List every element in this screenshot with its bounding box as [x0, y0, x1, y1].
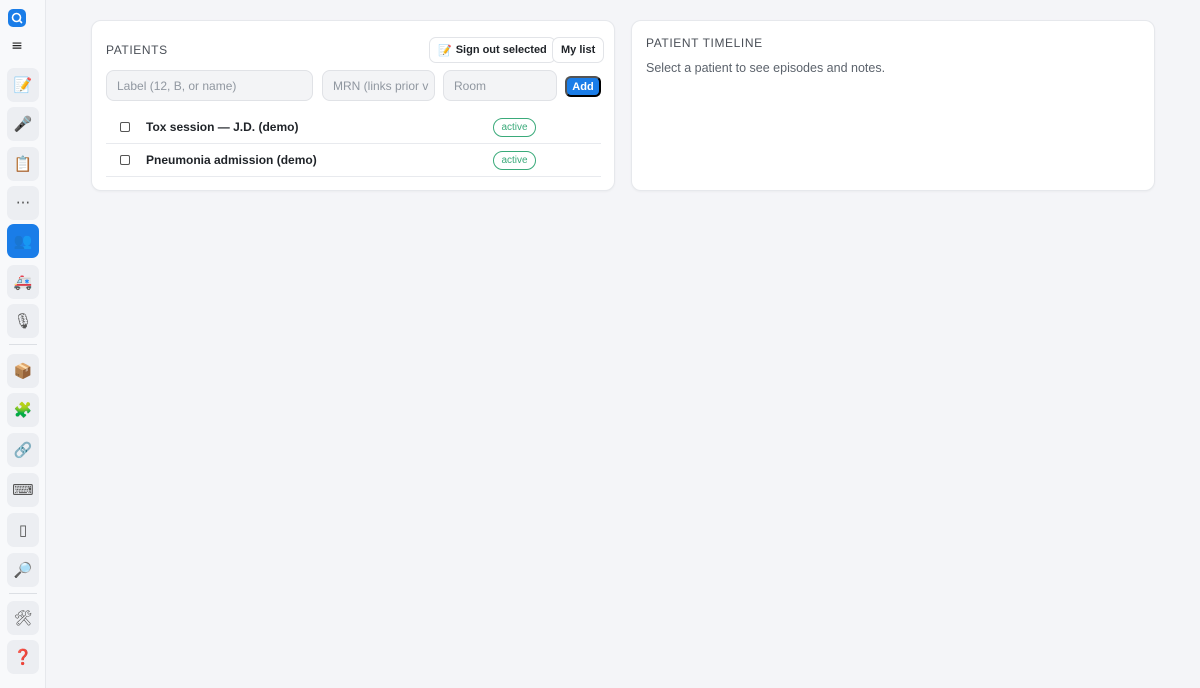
notes-icon: 📝	[438, 43, 452, 57]
patient-timeline-card: PATIENT TIMELINE Select a patient to see…	[631, 20, 1155, 191]
more-icon[interactable]: ···	[7, 186, 39, 220]
link-icon[interactable]: 🔗	[7, 433, 39, 467]
status-badge: active	[493, 118, 536, 137]
help-icon[interactable]: ❓	[7, 640, 39, 674]
row-checkbox[interactable]	[120, 155, 130, 165]
hamburger-menu-icon[interactable]: ≡	[9, 38, 25, 54]
sign-out-selected-label: Sign out selected	[455, 44, 547, 56]
sidebar: ≡ 📝 🎤 📋 ··· 👥 🚑 🎙 📦 🧩 🔗 ⌨ ▯ 🔎 🛠 ❓	[0, 0, 46, 688]
dictation-icon[interactable]: 🎙	[7, 304, 39, 338]
my-list-button[interactable]: My list	[552, 37, 605, 63]
ambulance-icon[interactable]: 🚑	[7, 265, 39, 299]
magnifier-icon[interactable]: 🔎	[7, 553, 39, 587]
table-row[interactable]: Tox session — J.D. (demo) active	[106, 111, 601, 144]
patients-card: PATIENTS 📝 Sign out selected My list Lab…	[91, 20, 615, 191]
row-checkbox[interactable]	[120, 122, 130, 132]
sidebar-divider	[9, 593, 37, 594]
sign-out-selected-button[interactable]: 📝 Sign out selected	[429, 37, 556, 63]
my-list-label: My list	[561, 44, 596, 56]
label-input[interactable]: Label (12, B, or name)	[106, 70, 313, 101]
patient-label[interactable]: Tox session — J.D. (demo)	[146, 120, 298, 134]
sidebar-divider	[9, 344, 37, 345]
patient-label[interactable]: Pneumonia admission (demo)	[146, 153, 317, 167]
blank-page-icon[interactable]: ▯	[7, 513, 39, 547]
patients-title: PATIENTS	[106, 43, 168, 57]
room-input[interactable]: Room	[443, 70, 557, 101]
status-badge: active	[493, 151, 536, 170]
keyboard-icon[interactable]: ⌨	[7, 473, 39, 507]
timeline-empty-text: Select a patient to see episodes and not…	[646, 61, 886, 75]
mrn-input[interactable]: MRN (links prior v	[322, 70, 435, 101]
notes-icon[interactable]: 📝	[7, 68, 39, 102]
add-patient-button[interactable]: Add	[565, 76, 601, 97]
timeline-title: PATIENT TIMELINE	[646, 36, 763, 50]
clipboard-icon[interactable]: 📋	[7, 147, 39, 181]
tools-icon[interactable]: 🛠	[7, 601, 39, 635]
microphone-icon[interactable]: 🎤	[7, 107, 39, 141]
box-icon[interactable]: 📦	[7, 354, 39, 388]
patients-icon[interactable]: 👥	[7, 224, 39, 258]
table-row[interactable]: Pneumonia admission (demo) active	[106, 144, 601, 177]
puzzle-icon[interactable]: 🧩	[7, 393, 39, 427]
app-logo-icon[interactable]	[8, 9, 26, 27]
